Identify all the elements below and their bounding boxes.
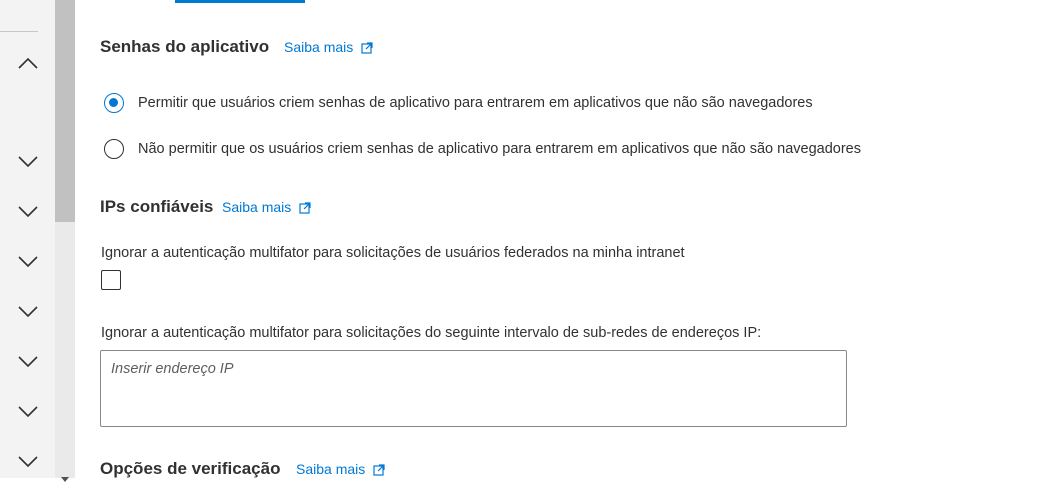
- active-tab-indicator: [175, 0, 305, 3]
- chevron-down-icon[interactable]: [17, 355, 39, 369]
- chevron-up-icon[interactable]: [17, 56, 39, 70]
- radio-button-checked[interactable]: [104, 93, 124, 113]
- external-link-icon: [299, 201, 311, 214]
- learn-more-link-trusted-ips[interactable]: Saiba mais: [222, 199, 311, 215]
- external-link-icon: [361, 41, 373, 54]
- radio-button-unchecked[interactable]: [104, 139, 124, 159]
- learn-more-label: Saiba mais: [296, 461, 366, 477]
- chevron-down-icon[interactable]: [17, 405, 39, 419]
- chevron-down-icon[interactable]: [17, 305, 39, 319]
- learn-more-label: Saiba mais: [222, 199, 292, 215]
- skip-mfa-federated-label: Ignorar a autenticação multifator para s…: [101, 245, 685, 261]
- chevron-down-icon[interactable]: [17, 455, 39, 469]
- external-link-icon: [373, 463, 385, 476]
- chevron-down-icon[interactable]: [17, 205, 39, 219]
- chevron-down-icon[interactable]: [17, 155, 39, 169]
- learn-more-link-verification[interactable]: Saiba mais: [296, 461, 385, 477]
- scroll-down-arrow-icon[interactable]: [59, 470, 71, 482]
- section-title-verification-options: Opções de verificação: [100, 459, 281, 478]
- accordion-sidebar: [0, 0, 55, 478]
- radio-allow-app-passwords[interactable]: Permitir que usuários criem senhas de ap…: [104, 93, 813, 113]
- skip-mfa-federated-checkbox[interactable]: [101, 270, 121, 290]
- sidebar-divider: [0, 31, 38, 32]
- section-title-trusted-ips: IPs confiáveis: [100, 197, 214, 216]
- section-title-app-passwords: Senhas do aplicativo: [100, 37, 270, 56]
- radio-label-deny: Não permitir que os usuários criem senha…: [138, 141, 861, 157]
- learn-more-label: Saiba mais: [284, 39, 354, 55]
- radio-label-allow: Permitir que usuários criem senhas de ap…: [138, 95, 813, 111]
- chevron-down-icon[interactable]: [17, 255, 39, 269]
- learn-more-link-app-passwords[interactable]: Saiba mais: [284, 39, 373, 55]
- ip-range-input[interactable]: [100, 350, 847, 427]
- ip-range-label: Ignorar a autenticação multifator para s…: [101, 325, 762, 341]
- scrollbar-thumb[interactable]: [55, 0, 75, 222]
- radio-deny-app-passwords[interactable]: Não permitir que os usuários criem senha…: [104, 139, 861, 159]
